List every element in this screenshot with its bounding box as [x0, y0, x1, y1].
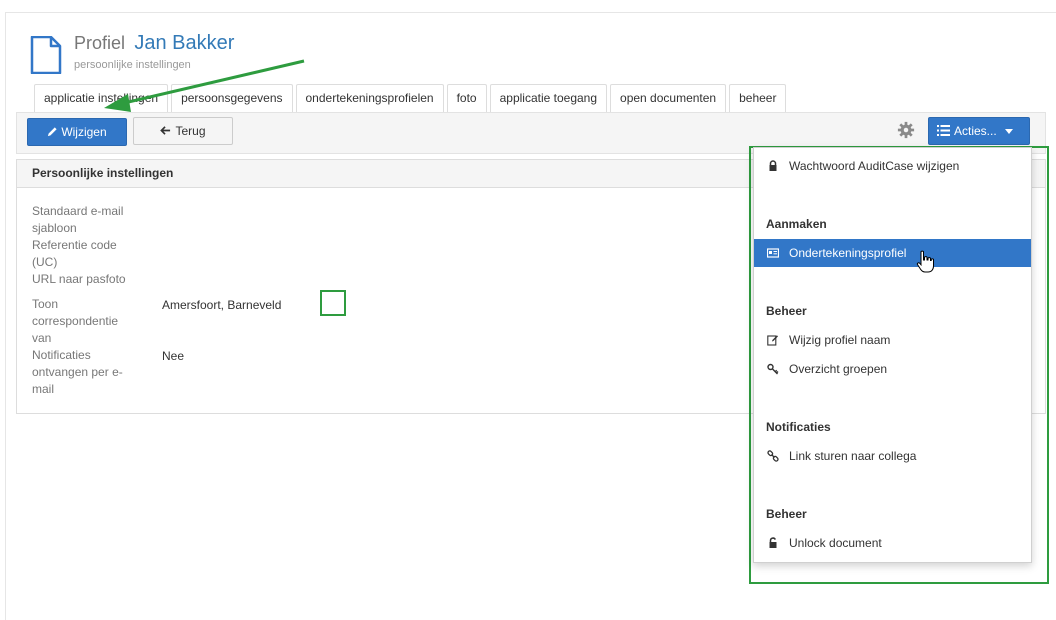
- key-icon: [767, 363, 779, 375]
- tab-foto[interactable]: foto: [446, 84, 487, 112]
- field-label-notifications: Notificaties ontvangen per e-mail: [32, 348, 123, 396]
- field-label-email-template: Standaard e-mail sjabloon: [32, 204, 124, 235]
- tab-bar: applicatie instellingen persoonsgegevens…: [34, 84, 789, 113]
- actions-dropdown-button[interactable]: Acties...: [928, 117, 1030, 145]
- gear-icon[interactable]: [897, 121, 915, 139]
- edit-icon: [767, 335, 778, 346]
- menu-item-ondertekeningsprofiel[interactable]: Ondertekeningsprofiel: [754, 239, 1031, 267]
- list-icon: [937, 125, 950, 136]
- actions-button-label: Acties...: [954, 124, 997, 138]
- document-icon: [30, 36, 62, 74]
- menu-item-link-sturen[interactable]: Link sturen naar collega: [754, 442, 1031, 470]
- menu-header-beheer-2: Beheer: [766, 507, 807, 521]
- field-value-notifications: Nee: [162, 349, 185, 363]
- field-label-photo-url: URL naar pasfoto: [32, 272, 126, 286]
- menu-header-beheer: Beheer: [766, 304, 807, 318]
- edit-button[interactable]: Wijzigen: [27, 118, 127, 146]
- pencil-icon: [48, 127, 57, 137]
- unlock-icon: [769, 537, 777, 548]
- caret-down-icon: [1004, 129, 1013, 135]
- page-title: Profiel Jan Bakker: [74, 32, 234, 55]
- field-value-correspondence: Amersfoort, Barneveld: [162, 298, 282, 312]
- menu-item-wijzig-profiel-naam[interactable]: Wijzig profiel naam: [754, 326, 1031, 354]
- link-icon: [767, 450, 779, 462]
- profile-name: Jan Bakker: [134, 32, 235, 54]
- menu-item-overzicht-groepen[interactable]: Overzicht groepen: [754, 355, 1031, 383]
- field-label-correspondence: Toon correspondentie van: [32, 297, 119, 345]
- back-button[interactable]: Terug: [133, 117, 233, 145]
- menu-header-notificaties: Notificaties: [766, 420, 831, 434]
- annotation-highlight-box: [320, 290, 346, 316]
- tab-applicatie-instellingen[interactable]: applicatie instellingen: [34, 84, 169, 113]
- tab-ondertekeningsprofielen[interactable]: ondertekeningsprofielen: [295, 84, 444, 112]
- tab-persoonsgegevens[interactable]: persoonsgegevens: [171, 84, 293, 112]
- id-card-icon: [767, 248, 779, 258]
- menu-item-label: Overzicht groepen: [789, 362, 888, 376]
- hand-cursor-icon: [916, 250, 934, 273]
- menu-item-label: Wachtwoord AuditCase wijzigen: [789, 159, 960, 173]
- menu-item-label: Link sturen naar collega: [789, 449, 917, 463]
- menu-item-label: Ondertekeningsprofiel: [789, 246, 907, 260]
- tab-beheer[interactable]: beheer: [729, 84, 787, 112]
- arrow-left-icon: [160, 126, 171, 135]
- menu-item-label: Wijzig profiel naam: [789, 333, 891, 347]
- menu-item-change-password[interactable]: Wachtwoord AuditCase wijzigen: [754, 152, 1031, 180]
- field-label-reference-code: Referentie code (UC): [32, 238, 117, 269]
- back-button-label: Terug: [175, 124, 206, 138]
- menu-item-unlock-document[interactable]: Unlock document: [754, 529, 1031, 557]
- page-title-prefix: Profiel: [74, 33, 126, 53]
- page-subtitle: persoonlijke instellingen: [74, 59, 191, 71]
- lock-icon: [769, 160, 777, 171]
- tab-open-documenten[interactable]: open documenten: [610, 84, 727, 112]
- tab-applicatie-toegang[interactable]: applicatie toegang: [489, 84, 608, 112]
- edit-button-label: Wijzigen: [61, 125, 107, 139]
- menu-header-aanmaken: Aanmaken: [766, 217, 827, 231]
- menu-item-label: Unlock document: [789, 536, 882, 550]
- actions-dropdown-menu: Wachtwoord AuditCase wijzigen Aanmaken O…: [753, 147, 1032, 563]
